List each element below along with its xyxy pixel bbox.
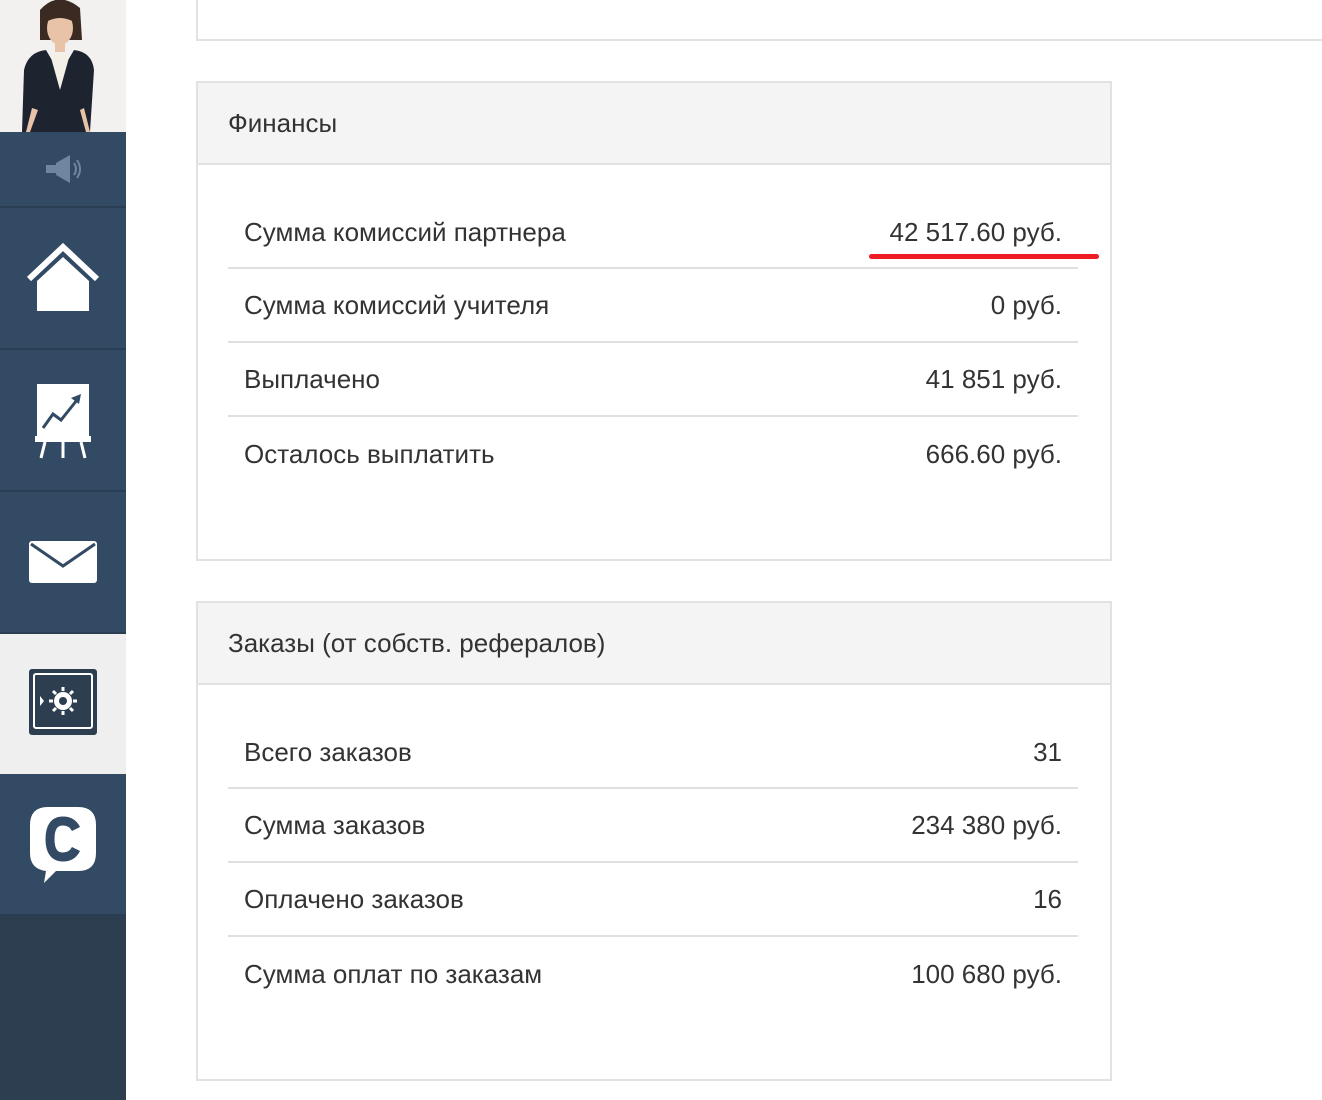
row-label: Оплачено заказов bbox=[244, 883, 464, 914]
orders-row-paid-sum: Сумма оплат по заказам 100 680 руб. bbox=[228, 937, 1078, 1011]
row-label: Сумма заказов bbox=[244, 809, 426, 840]
row-label: Выплачено bbox=[244, 363, 380, 394]
sidebar-item-chat[interactable] bbox=[0, 774, 126, 916]
row-value: 234 380 руб. bbox=[911, 809, 1062, 840]
orders-panel-title: Заказы (от собств. рефералов) bbox=[198, 603, 1110, 685]
row-value: 100 680 руб. bbox=[911, 958, 1062, 989]
speaker-icon bbox=[46, 155, 81, 183]
row-value: 42 517.60 руб. bbox=[889, 216, 1062, 247]
row-label: Сумма оплат по заказам bbox=[244, 958, 543, 989]
mail-icon bbox=[29, 541, 97, 583]
row-value: 31 bbox=[1033, 736, 1062, 767]
chat-icon bbox=[30, 807, 96, 883]
sidebar-item-messages[interactable] bbox=[0, 492, 126, 634]
finance-row-remaining: Осталось выплатить 666.60 руб. bbox=[228, 417, 1078, 491]
row-label: Сумма комиссий партнера bbox=[244, 216, 566, 247]
row-label: Всего заказов bbox=[244, 736, 412, 767]
home-icon bbox=[26, 243, 100, 311]
orders-panel: Заказы (от собств. рефералов) Всего зака… bbox=[196, 601, 1112, 1081]
safe-icon bbox=[29, 669, 97, 735]
sidebar-footer bbox=[0, 916, 126, 1100]
chart-icon bbox=[35, 384, 91, 459]
finance-panel-title: Финансы bbox=[198, 83, 1110, 165]
finance-row-teacher-commission: Сумма комиссий учителя 0 руб. bbox=[228, 269, 1078, 343]
highlight-underline bbox=[869, 254, 1099, 259]
row-label: Сумма комиссий учителя bbox=[244, 289, 550, 320]
avatar-image bbox=[0, 0, 126, 132]
finance-rows: Сумма комиссий партнера 42 517.60 руб. С… bbox=[198, 165, 1110, 491]
avatar[interactable] bbox=[0, 0, 126, 132]
row-value: 666.60 руб. bbox=[925, 438, 1062, 469]
row-value: 16 bbox=[1033, 883, 1062, 914]
previous-panel bbox=[196, 0, 1322, 41]
row-value: 41 851 руб. bbox=[925, 363, 1062, 394]
finance-row-paid: Выплачено 41 851 руб. bbox=[228, 343, 1078, 417]
sidebar-item-announcements[interactable] bbox=[0, 132, 126, 208]
orders-rows: Всего заказов 31 Сумма заказов 234 380 р… bbox=[198, 685, 1110, 1011]
row-value: 0 руб. bbox=[990, 289, 1062, 320]
sidebar-item-statistics[interactable] bbox=[0, 350, 126, 492]
sidebar-item-home[interactable] bbox=[0, 208, 126, 350]
finance-panel: Финансы Сумма комиссий партнера 42 517.6… bbox=[196, 81, 1112, 561]
row-label: Осталось выплатить bbox=[244, 438, 495, 469]
sidebar bbox=[0, 0, 126, 1100]
orders-row-total: Всего заказов 31 bbox=[228, 717, 1078, 789]
sidebar-item-finance[interactable] bbox=[0, 634, 126, 774]
orders-row-paid-count: Оплачено заказов 16 bbox=[228, 863, 1078, 937]
finance-row-partner-commission: Сумма комиссий партнера 42 517.60 руб. bbox=[228, 197, 1099, 269]
orders-row-sum: Сумма заказов 234 380 руб. bbox=[228, 789, 1078, 863]
